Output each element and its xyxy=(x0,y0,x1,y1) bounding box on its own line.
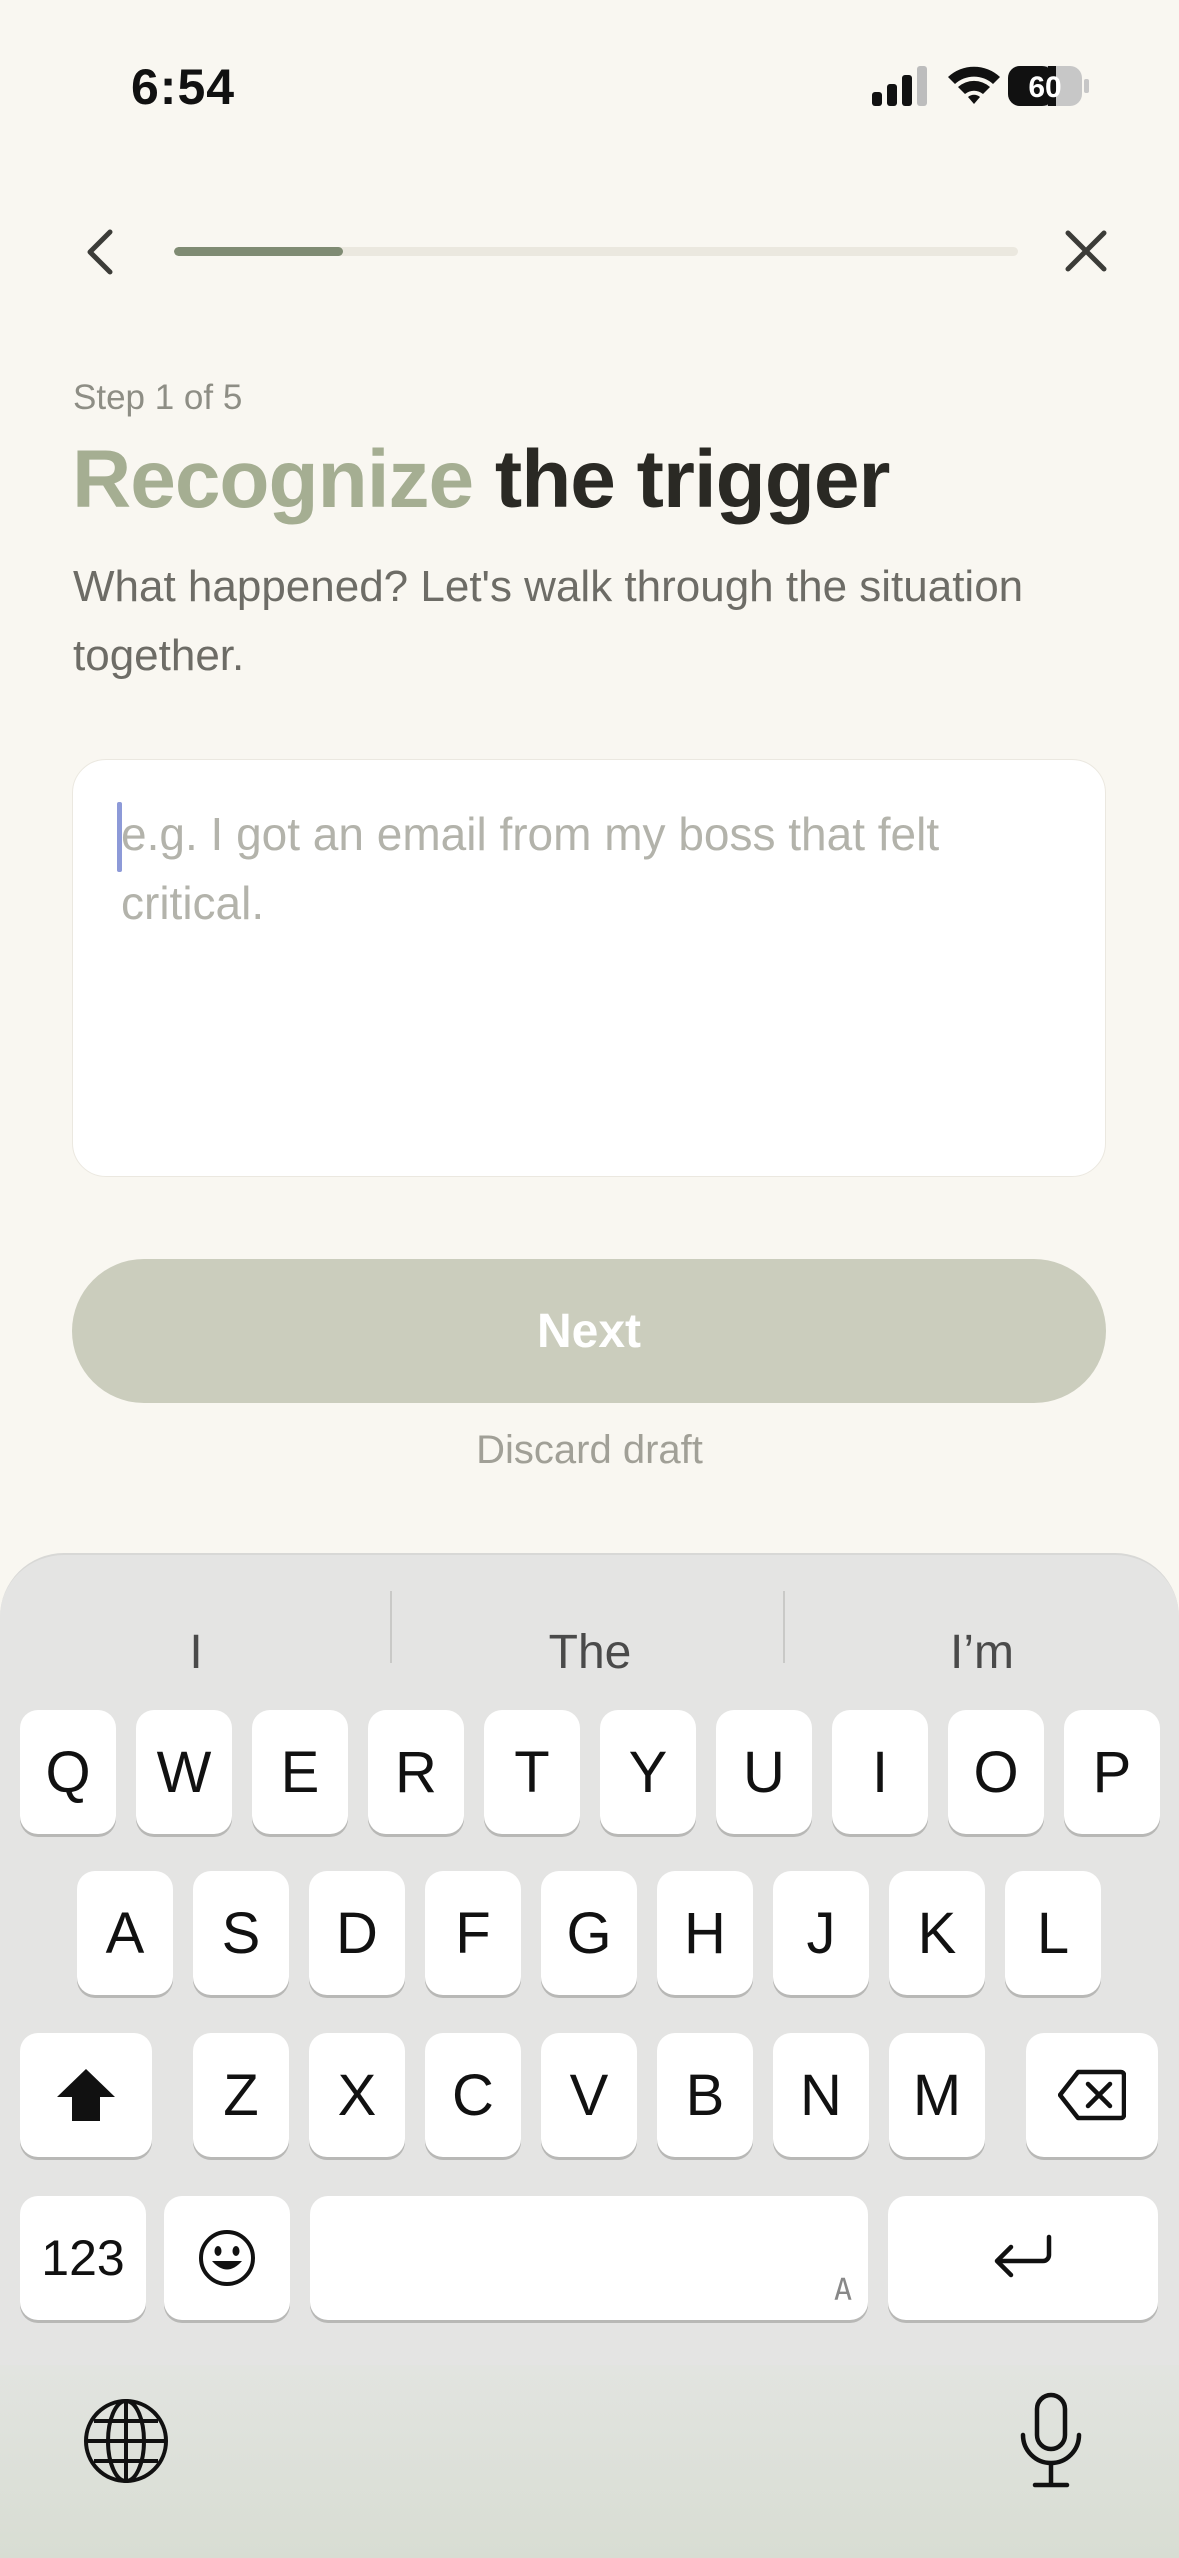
key-j[interactable]: J xyxy=(773,1871,869,1995)
key-x[interactable]: X xyxy=(309,2033,405,2157)
keyboard-bottom-bar xyxy=(0,2365,1179,2558)
return-key[interactable] xyxy=(888,2196,1158,2320)
backspace-icon xyxy=(1058,2069,1126,2121)
key-a[interactable]: A xyxy=(77,1871,173,1995)
battery-level: 60 xyxy=(1028,71,1061,104)
back-chevron-icon[interactable] xyxy=(80,226,124,278)
suggestion-divider xyxy=(783,1591,785,1663)
key-p[interactable]: P xyxy=(1064,1710,1160,1834)
key-e[interactable]: E xyxy=(252,1710,348,1834)
key-q[interactable]: Q xyxy=(20,1710,116,1834)
shift-key[interactable] xyxy=(20,2033,152,2157)
key-o[interactable]: O xyxy=(948,1710,1044,1834)
space-key-corner-glyph: A xyxy=(833,2273,852,2308)
step-progress-fill xyxy=(174,247,343,256)
key-z[interactable]: Z xyxy=(193,2033,289,2157)
key-k[interactable]: K xyxy=(889,1871,985,1995)
wifi-icon xyxy=(948,66,1000,104)
key-m[interactable]: M xyxy=(889,2033,985,2157)
step-progress-bar xyxy=(174,247,1018,256)
page-subtitle: What happened? Let's walk through the si… xyxy=(73,562,1024,680)
page-title: Recognize the trigger xyxy=(72,433,890,527)
key-c[interactable]: C xyxy=(425,2033,521,2157)
key-v[interactable]: V xyxy=(541,2033,637,2157)
suggestion-divider xyxy=(390,1591,392,1663)
title-accent: Recognize xyxy=(72,434,474,525)
key-g[interactable]: G xyxy=(541,1871,637,1995)
numbers-key[interactable]: 123 xyxy=(20,2196,146,2320)
cellular-signal-icon xyxy=(872,66,927,106)
title-rest: the trigger xyxy=(494,434,890,525)
emoji-icon xyxy=(199,2230,255,2286)
discard-draft-link[interactable]: Discard draft xyxy=(0,1428,1179,1473)
key-y[interactable]: Y xyxy=(600,1710,696,1834)
keyboard: I The I’m 123 A Q W E R T Y U I O P A S … xyxy=(0,1553,1179,2558)
key-i[interactable]: I xyxy=(832,1710,928,1834)
suggestion-2[interactable]: The xyxy=(440,1625,740,1680)
suggestion-3[interactable]: I’m xyxy=(832,1625,1132,1680)
emoji-key[interactable] xyxy=(164,2196,290,2320)
key-t[interactable]: T xyxy=(484,1710,580,1834)
step-label: Step 1 of 5 xyxy=(73,378,243,417)
key-h[interactable]: H xyxy=(657,1871,753,1995)
microphone-icon[interactable] xyxy=(1015,2391,1087,2491)
space-key[interactable]: A xyxy=(310,2196,868,2320)
key-u[interactable]: U xyxy=(716,1710,812,1834)
battery-icon: 60 xyxy=(1008,66,1089,106)
key-b[interactable]: B xyxy=(657,2033,753,2157)
globe-icon[interactable] xyxy=(82,2397,170,2485)
key-d[interactable]: D xyxy=(309,1871,405,1995)
key-r[interactable]: R xyxy=(368,1710,464,1834)
key-n[interactable]: N xyxy=(773,2033,869,2157)
status-time: 6:54 xyxy=(131,59,236,115)
trigger-text-input[interactable] xyxy=(121,800,1061,1130)
suggestion-1[interactable]: I xyxy=(46,1625,346,1680)
next-button[interactable]: Next xyxy=(72,1259,1106,1403)
delete-key[interactable] xyxy=(1026,2033,1158,2157)
return-icon xyxy=(994,2234,1052,2278)
shift-icon xyxy=(57,2069,115,2121)
key-f[interactable]: F xyxy=(425,1871,521,1995)
text-caret xyxy=(117,802,122,872)
key-s[interactable]: S xyxy=(193,1871,289,1995)
key-l[interactable]: L xyxy=(1005,1871,1101,1995)
key-w[interactable]: W xyxy=(136,1710,232,1834)
close-icon[interactable] xyxy=(1063,228,1109,274)
trigger-input-card xyxy=(72,759,1106,1177)
